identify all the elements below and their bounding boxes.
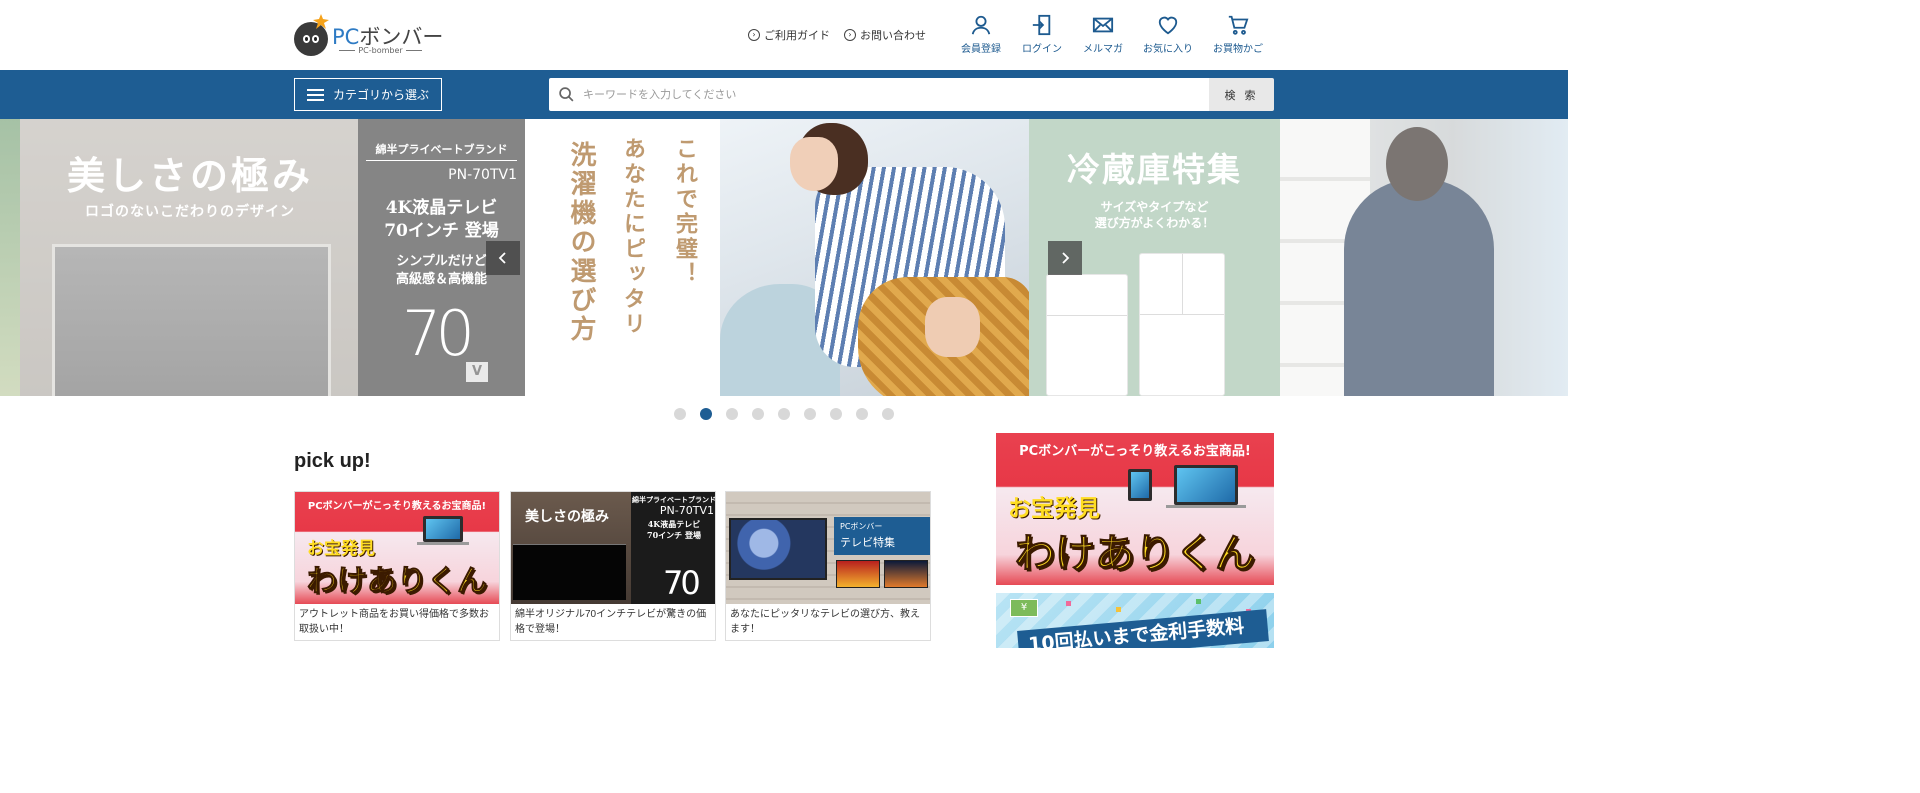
search-icon [559, 87, 574, 102]
carousel-dot-7[interactable] [830, 408, 842, 420]
pickup-card-tv[interactable]: 美しさの極み 綿半プライベートブランド PN-70TV1 4K液晶テレビ 70イン… [510, 491, 716, 641]
cart-label: お買物かご [1213, 44, 1263, 55]
washer-slide-line1: これで完璧！ [672, 137, 698, 287]
favorites-label: お気に入り [1143, 44, 1193, 55]
tv-brand: 綿半プライベートブランド [366, 141, 517, 161]
contact-link[interactable]: › お問い合わせ [844, 27, 926, 43]
carousel-next-button[interactable] [1048, 241, 1082, 275]
pickup-card-tv-feature[interactable]: PCボンバー テレビ特集 あなたにピッタリなテレビの選び方、教えます！ [725, 491, 931, 641]
carousel-dot-2[interactable] [700, 408, 712, 420]
login-button[interactable]: ログイン [1012, 14, 1072, 55]
contact-link-label: お問い合わせ [860, 29, 926, 42]
mail-icon [1092, 17, 1114, 33]
tv-size-number: 70 [402, 297, 475, 370]
carousel-dot-6[interactable] [804, 408, 816, 420]
login-label: ログイン [1022, 44, 1062, 55]
carousel-dot-9[interactable] [882, 408, 894, 420]
logo-subtitle: PC-bomber [332, 46, 429, 55]
chevron-left-icon [498, 252, 506, 264]
register-label: 会員登録 [961, 44, 1001, 55]
washer-slide-text: これで完璧！ あなたにピッタリ 洗濯機の選び方 [525, 119, 720, 396]
guide-link-label: ご利用ガイド [764, 29, 830, 42]
tv-image [52, 244, 331, 396]
washer-slide-line2: あなたにピッタリ [620, 137, 646, 337]
newsletter-button[interactable]: メルマガ [1073, 14, 1133, 55]
washer-slide-line3: 洗濯機の選び方 [566, 141, 596, 344]
pickup-card-caption: あなたにピッタリなテレビの選び方、教えます！ [730, 609, 920, 635]
side-banner-outlet[interactable]: PCボンバーがこっそり教えるお宝商品! お宝発見 わけありくん [996, 433, 1274, 585]
chevron-right-icon [1062, 252, 1070, 264]
pickup-card-caption: 綿半オリジナル70インチテレビが驚きの価格で登場！ [515, 609, 707, 635]
tv-feature-banner-image: PCボンバー テレビ特集 [726, 492, 930, 604]
fridge-slide-title: 冷蔵庫特集 [1067, 150, 1242, 189]
tv-slide-title: 美しさの極み [66, 153, 313, 198]
fridge-image-large [1139, 253, 1225, 396]
tv-spec: 4K液晶テレビ 70インチ 登場 [384, 198, 499, 241]
site-logo[interactable]: PCボンバー PC-bomber [294, 14, 443, 58]
pickup-card-outlet[interactable]: PCボンバーがこっそり教えるお宝商品! お宝発見 わけありくん アウトレット商品… [294, 491, 500, 641]
carousel-slide-partial-right[interactable] [1280, 119, 1568, 396]
carousel-dot-3[interactable] [726, 408, 738, 420]
search-button[interactable]: 検 索 [1209, 78, 1274, 111]
carousel-slide-tv[interactable]: 美しさの極み ロゴのないこだわりのデザイン 綿半プライベートブランド PN-70… [20, 119, 525, 396]
tv-banner-image: 美しさの極み 綿半プライベートブランド PN-70TV1 4K液晶テレビ 70イン… [511, 492, 715, 604]
user-icon [971, 15, 991, 35]
nav-bar: カテゴリから選ぶ 検 索 [0, 70, 1568, 119]
site-header: PCボンバー PC-bomber › ご利用ガイド › お問い合わせ 会員登録 … [0, 0, 1568, 70]
fridge-image-small [1046, 274, 1128, 396]
chevron-circle-icon: › [844, 29, 856, 41]
tv-model: PN-70TV1 [448, 167, 517, 183]
category-menu-button[interactable]: カテゴリから選ぶ [294, 78, 442, 111]
cart-button[interactable]: お買物かご [1208, 14, 1268, 55]
cart-icon [1228, 15, 1249, 35]
outlet-banner-image: PCボンバーがこっそり教えるお宝商品! お宝発見 わけありくん [295, 492, 499, 604]
logo-spark-icon [313, 14, 329, 29]
carousel-dot-8[interactable] [856, 408, 868, 420]
newsletter-label: メルマガ [1083, 44, 1123, 55]
carousel-slide-washer[interactable]: これで完璧！ あなたにピッタリ 洗濯機の選び方 [525, 119, 1029, 396]
guide-link[interactable]: › ご利用ガイド [748, 27, 830, 43]
heart-icon [1158, 16, 1178, 35]
pickup-card-caption: アウトレット商品をお買い得価格で多数お取扱い中！ [299, 609, 489, 635]
carousel-slide-partial[interactable] [0, 119, 20, 396]
washer-slide-photo [720, 119, 1029, 396]
carousel-dot-4[interactable] [752, 408, 764, 420]
hero-carousel[interactable]: 美しさの極み ロゴのないこだわりのデザイン 綿半プライベートブランド PN-70… [0, 119, 1568, 396]
pickup-heading: pick up! [294, 450, 371, 472]
tv-slide-subtitle: ロゴのないこだわりのデザイン [85, 204, 295, 220]
category-menu-label: カテゴリから選ぶ [333, 88, 430, 102]
hamburger-icon [307, 88, 324, 101]
favorites-button[interactable]: お気に入り [1138, 14, 1198, 55]
tv-size-unit: V [466, 362, 488, 382]
side-banner-installment[interactable]: ¥ 10回払いまで金利手数料 [996, 593, 1274, 648]
carousel-dot-5[interactable] [778, 408, 790, 420]
fridge-slide-subtitle: サイズやタイプなど 選び方がよくわかる！ [1094, 200, 1215, 230]
register-button[interactable]: 会員登録 [951, 14, 1011, 55]
carousel-prev-button[interactable] [486, 241, 520, 275]
login-icon [1032, 14, 1051, 36]
chevron-circle-icon: › [748, 29, 760, 41]
carousel-pagination [674, 408, 894, 420]
yen-card-icon: ¥ [1010, 599, 1038, 617]
search-box [549, 78, 1209, 111]
search-input[interactable] [583, 78, 1203, 111]
carousel-dot-1[interactable] [674, 408, 686, 420]
